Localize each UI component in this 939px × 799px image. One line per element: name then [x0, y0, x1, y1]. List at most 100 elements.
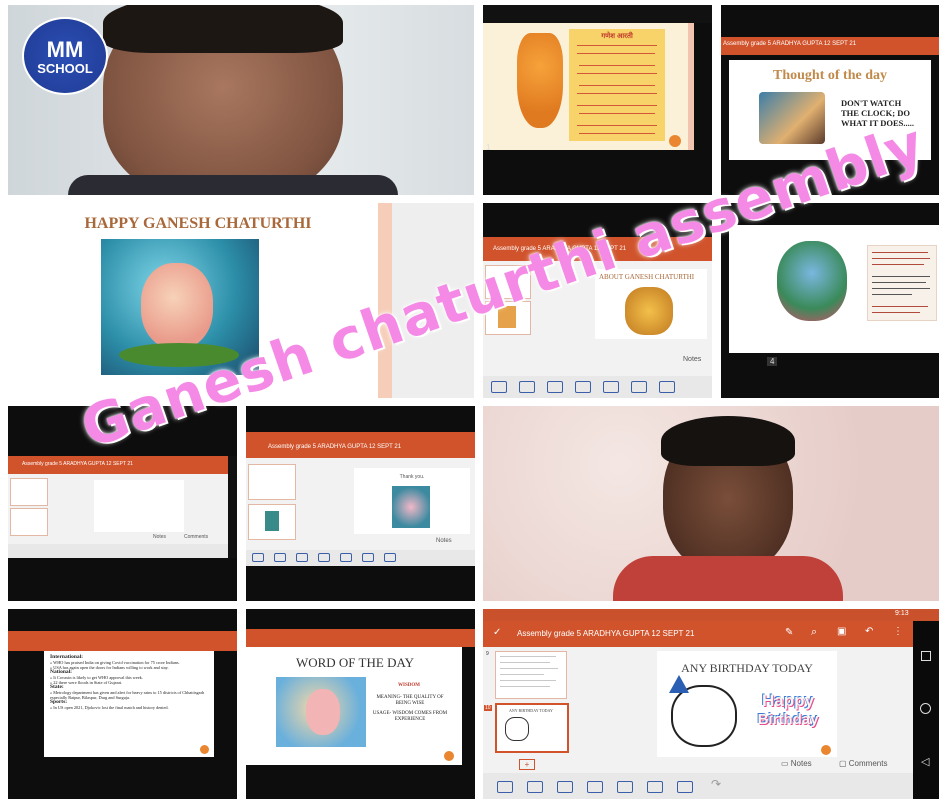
- card-line-2: Birthday: [757, 711, 819, 728]
- mantra-line: [872, 306, 928, 307]
- thought-slide: Thought of the day DON'T WATCH THE CLOCK…: [729, 60, 931, 160]
- draw-icon[interactable]: ✎: [785, 627, 793, 638]
- aarti-line: [577, 125, 657, 126]
- back-icon[interactable]: ◁: [921, 755, 929, 768]
- more-icon[interactable]: ⋮: [893, 626, 903, 637]
- notes-button[interactable]: Notes: [153, 534, 166, 540]
- mantra-line: [872, 288, 930, 289]
- status-bar: [483, 5, 712, 23]
- outline-icon[interactable]: [252, 553, 264, 562]
- mantra-line: [872, 276, 930, 277]
- camera-icon[interactable]: [384, 553, 396, 562]
- search-icon[interactable]: ⌕: [811, 626, 817, 639]
- editor-area: Notes Comments: [8, 474, 228, 544]
- thankyou-slide: Thank you.: [354, 468, 470, 534]
- textbox-icon[interactable]: [362, 553, 374, 562]
- slide-thumbnail[interactable]: [248, 464, 296, 500]
- slide-thumbnail[interactable]: [10, 508, 48, 536]
- logo-line-2: SCHOOL: [37, 61, 93, 76]
- app-bar: Assembly grade 5 ARADHYA GUPTA 12 SEPT 2…: [246, 432, 475, 458]
- grey-margin: [392, 203, 474, 398]
- word-illustration: [276, 677, 366, 747]
- school-logo: MM SCHOOL: [22, 17, 108, 95]
- mantra-slide: [729, 225, 939, 353]
- party-hat: [669, 675, 689, 693]
- slide-thumbnail[interactable]: [495, 651, 567, 699]
- comments-button[interactable]: ▢ Comments: [839, 759, 887, 768]
- comment-icon[interactable]: [274, 553, 286, 562]
- tile-birthday: 9:13 ✓ Assembly grade 5 ARADHYA GUPTA 12…: [483, 609, 939, 799]
- mantra-text-box: [867, 245, 937, 321]
- shapes-icon[interactable]: [617, 781, 633, 793]
- picture-icon[interactable]: [575, 381, 591, 393]
- ganesh-illustration: [517, 33, 563, 128]
- comment-icon[interactable]: [527, 781, 543, 793]
- textbox-icon[interactable]: [631, 381, 647, 393]
- word-usage: USAGE- WISDOM COMES FROM EXPERIENCE: [372, 711, 448, 722]
- notes-button[interactable]: ▭ Notes: [781, 759, 812, 768]
- add-slide-button[interactable]: +: [519, 759, 535, 770]
- bottom-toolbar: [483, 376, 712, 398]
- page-number: 4: [767, 357, 778, 366]
- slide-thumbnail[interactable]: [485, 265, 531, 299]
- happy-ganesh-heading: HAPPY GANESH CHATURTHI: [84, 215, 312, 232]
- slide-text: Thank you.: [399, 474, 425, 480]
- status-time: 9:13: [895, 610, 909, 617]
- editor-area: 9 10 ANY BIRTHDAY TODAY + ANY BIRTHDAY T…: [483, 647, 913, 773]
- tile-small-mid: Assembly grade 5 ARADHYA GUPTA 12 SEPT 2…: [246, 406, 475, 601]
- app-bar: [246, 629, 475, 647]
- about-slide: ABOUT GANESH CHATURTHI: [595, 269, 707, 339]
- slide-thumbnail[interactable]: [485, 301, 531, 335]
- outline-icon[interactable]: [497, 781, 513, 793]
- slide-orange-dot: [444, 751, 454, 761]
- textbox-icon[interactable]: [647, 781, 663, 793]
- table-icon[interactable]: [547, 381, 563, 393]
- app-bar-title: Assembly grade 5 ARADHYA GUPTA 12 SEPT 2…: [493, 246, 627, 252]
- thought-heading: Thought of the day: [773, 68, 887, 83]
- slide-thumbnail[interactable]: [248, 504, 296, 540]
- mantra-line: [872, 252, 928, 253]
- current-slide: [94, 480, 184, 532]
- card-line-1: Happy: [762, 691, 814, 710]
- thought-illustration: [759, 92, 825, 144]
- slide-thumbnail[interactable]: [10, 478, 48, 506]
- notes-button[interactable]: Notes: [436, 538, 452, 544]
- shapes-icon[interactable]: [603, 381, 619, 393]
- thumb-line: [500, 662, 550, 663]
- thought-quote: DON'T WATCH THE CLOCK; DO WHAT IT DOES..…: [841, 98, 914, 128]
- comments-label: Comments: [184, 534, 209, 540]
- notes-label: Notes: [153, 534, 167, 540]
- back-check-icon[interactable]: ✓: [493, 627, 501, 638]
- status-bar: 9:13: [483, 609, 939, 621]
- notes-label: Notes: [790, 759, 812, 768]
- comments-button[interactable]: Comments: [184, 534, 208, 540]
- thumb-caption: ANY BIRTHDAY TODAY: [509, 708, 553, 713]
- picture-icon[interactable]: [318, 553, 330, 562]
- tile-news: International: » WHO has praised India o…: [8, 609, 237, 799]
- present-icon[interactable]: ▣: [837, 626, 846, 637]
- recents-icon[interactable]: [921, 651, 931, 661]
- thumb-line: [500, 656, 556, 657]
- thumb-image: [498, 306, 516, 328]
- redo-icon[interactable]: ↷: [711, 777, 721, 791]
- camera-icon[interactable]: [677, 781, 693, 793]
- notes-button[interactable]: Notes: [683, 356, 701, 363]
- table-icon[interactable]: [557, 781, 573, 793]
- ganesh-idol: [625, 287, 673, 335]
- picture-icon[interactable]: [587, 781, 603, 793]
- aarti-line: [579, 85, 655, 86]
- android-nav-bar: [228, 456, 237, 558]
- table-icon[interactable]: [296, 553, 308, 562]
- app-bar-title: Assembly grade 5 ARADHYA GUPTA 12 SEPT 2…: [723, 41, 857, 47]
- tile-about-ganesh: Assembly grade 5 ARADHYA GUPTA 12 SEPT 2…: [483, 203, 712, 398]
- outline-icon[interactable]: [491, 381, 507, 393]
- mantra-line: [872, 312, 920, 313]
- camera-icon[interactable]: [659, 381, 675, 393]
- tile-thought-of-day: Assembly grade 5 ARADHYA GUPTA 12 SEPT 2…: [721, 5, 939, 195]
- undo-icon[interactable]: ↶: [865, 626, 873, 637]
- thumb-number: 10: [484, 705, 492, 711]
- comment-icon[interactable]: [519, 381, 535, 393]
- home-icon[interactable]: [920, 703, 931, 714]
- slide-thumbnail-selected[interactable]: ANY BIRTHDAY TODAY: [495, 703, 569, 753]
- shapes-icon[interactable]: [340, 553, 352, 562]
